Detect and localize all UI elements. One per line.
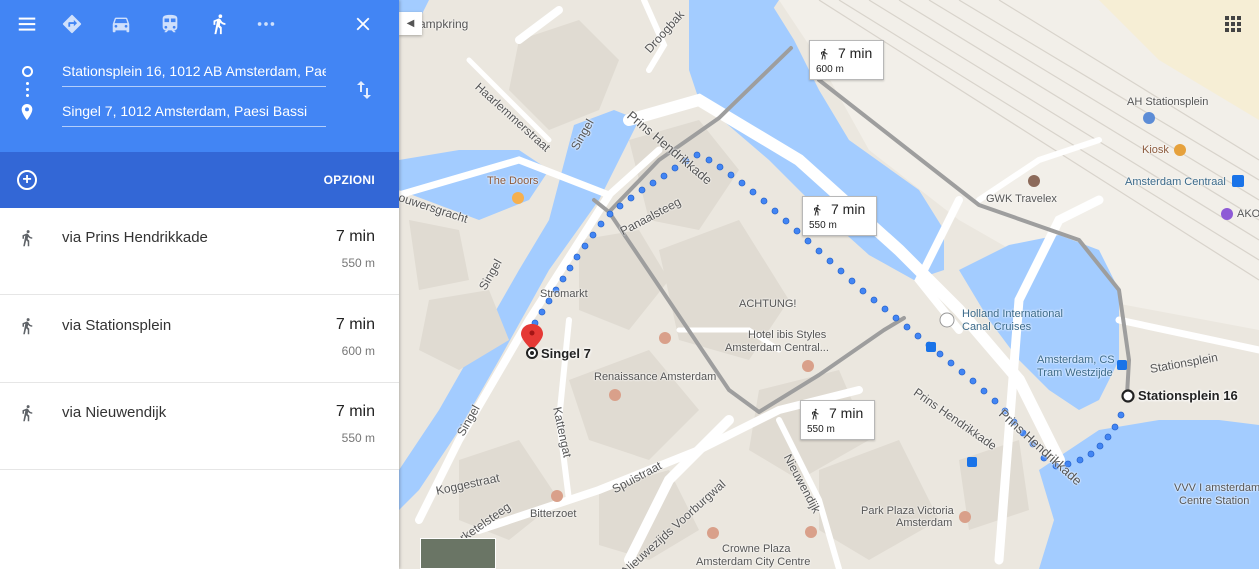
walking-icon: [812, 408, 819, 420]
callout-time: 7 min: [838, 45, 873, 61]
map-base: [399, 0, 1259, 569]
place-label: Amsterdam Central...: [725, 342, 829, 354]
destination-field[interactable]: [62, 97, 326, 127]
route-time: 7 min: [335, 316, 375, 333]
walking-icon: [814, 204, 821, 216]
close-icon[interactable]: [347, 8, 379, 40]
origin-label[interactable]: Stationsplein 16: [1138, 388, 1238, 403]
place-label: The Doors: [487, 175, 539, 187]
origin-input[interactable]: [62, 57, 326, 85]
directions-header: [0, 0, 399, 152]
place-label: ACHTUNG!: [739, 298, 797, 310]
route-via: via Stationsplein: [62, 317, 172, 334]
callout-distance: 550 m: [807, 424, 835, 435]
callout-distance: 550 m: [809, 220, 837, 231]
callout-distance: 600 m: [816, 64, 844, 75]
place-label: Renaissance Amsterdam: [594, 371, 717, 383]
route-option-2[interactable]: via Stationsplein 7 min 600 m: [0, 296, 399, 383]
more-icon[interactable]: [250, 8, 282, 40]
options-bar: + OPZIONI: [0, 152, 399, 208]
place-label: Hotel ibis Styles: [748, 329, 827, 341]
route-distance: 550 m: [341, 256, 375, 270]
place-label: Park Plaza Victoria: [861, 505, 954, 517]
place-label: Stromarkt: [540, 288, 588, 300]
add-destination-icon[interactable]: +: [17, 170, 37, 190]
route-via: via Nieuwendijk: [62, 404, 167, 421]
place-label: Crowne Plaza: [722, 543, 791, 555]
place-label: AKO: [1237, 208, 1259, 220]
route-time: 7 min: [335, 403, 375, 420]
place-label: Amsterdam Centraal: [1125, 176, 1226, 188]
place-label: ampkring: [419, 17, 469, 31]
destination-input[interactable]: [62, 97, 326, 125]
directions-panel: + OPZIONI via Prins Hendrikkade 7 min 55…: [0, 0, 399, 569]
origin-circle-icon: [22, 66, 33, 77]
route-time: 7 min: [335, 228, 375, 245]
satellite-toggle[interactable]: [420, 538, 496, 569]
transit-icon[interactable]: [154, 8, 186, 40]
route-dots-icon: [26, 82, 29, 100]
best-route-icon[interactable]: [56, 8, 88, 40]
options-button[interactable]: OPZIONI: [324, 173, 375, 187]
route-callout[interactable]: 7 min 550 m: [802, 196, 877, 236]
walking-icon[interactable]: [203, 8, 235, 40]
place-label: Centre Station: [1179, 495, 1250, 507]
origin-marker[interactable]: [1121, 389, 1135, 403]
chevron-left-icon: ◀: [406, 18, 415, 29]
route-via: via Prins Hendrikkade: [62, 229, 208, 246]
place-label: Kiosk: [1142, 144, 1169, 156]
travel-mode-bar: [0, 0, 399, 48]
collapse-panel-button[interactable]: ◀: [399, 12, 422, 35]
route-distance: 600 m: [341, 344, 375, 358]
route-callout[interactable]: 7 min 600 m: [809, 40, 884, 80]
callout-time: 7 min: [829, 405, 864, 421]
origin-field[interactable]: [62, 57, 326, 87]
walking-icon: [22, 230, 33, 247]
map-canvas[interactable]: ampkring Haarlemmerstraat Droogbak Prins…: [399, 0, 1259, 569]
place-label: AH Stationsplein: [1127, 96, 1209, 108]
route-option-1[interactable]: via Prins Hendrikkade 7 min 550 m: [0, 208, 399, 295]
apps-grid-icon[interactable]: [1225, 16, 1241, 32]
place-label: Holland International: [962, 308, 1063, 320]
car-icon[interactable]: [105, 8, 137, 40]
walking-icon: [22, 405, 33, 422]
route-inputs: [0, 48, 399, 152]
destination-pin-icon: [21, 104, 33, 120]
callout-time: 7 min: [831, 201, 866, 217]
maps-app: + OPZIONI via Prins Hendrikkade 7 min 55…: [0, 0, 1259, 569]
walking-icon: [821, 48, 828, 60]
destination-label[interactable]: Singel 7: [541, 346, 591, 361]
place-label: VVV I amsterdam: [1174, 482, 1259, 494]
place-label: Bitterzoet: [530, 508, 577, 520]
menu-icon[interactable]: [11, 8, 43, 40]
place-label: Amsterdam, CS: [1037, 354, 1115, 366]
place-label: Canal Cruises: [962, 321, 1032, 333]
route-option-3[interactable]: via Nieuwendijk 7 min 550 m: [0, 383, 399, 470]
place-label: Amsterdam: [896, 517, 953, 529]
place-label: Tram Westzijde: [1037, 367, 1113, 379]
route-callout[interactable]: 7 min 550 m: [800, 400, 875, 440]
walking-icon: [22, 318, 33, 335]
swap-icon[interactable]: [352, 78, 376, 102]
place-label: Amsterdam City Centre: [696, 556, 811, 568]
route-distance: 550 m: [341, 431, 375, 445]
place-label: GWK Travelex: [986, 193, 1057, 205]
